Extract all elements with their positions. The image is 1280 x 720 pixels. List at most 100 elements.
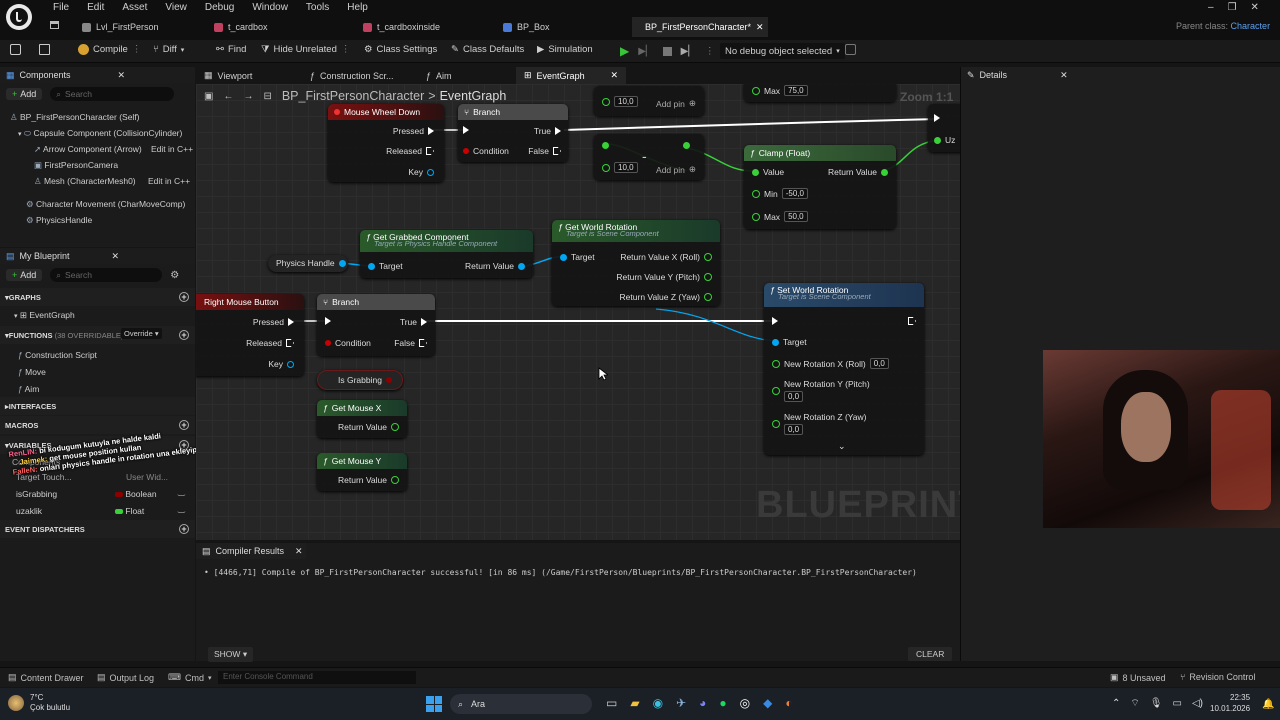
- tab-bp-box[interactable]: BP_Box: [495, 17, 558, 37]
- debug-filter-icon[interactable]: [845, 44, 856, 55]
- close-window-icon[interactable]: ✕: [1251, 2, 1273, 13]
- taskbar-search[interactable]: ⌕ Ara: [450, 694, 592, 714]
- console-command-input[interactable]: Enter Console Command: [218, 671, 416, 684]
- weather-widget[interactable]: 7°C Çok bulutlu: [8, 693, 70, 713]
- blueprint-search-input[interactable]: ⌕ Search: [50, 268, 163, 282]
- pin-target[interactable]: Target: [772, 337, 807, 347]
- tab-bp-firstpersoncharacter[interactable]: BP_FirstPersonCharacter* ✕: [632, 17, 768, 37]
- menu-edit[interactable]: Edit: [78, 2, 113, 14]
- add-dispatcher-icon[interactable]: +: [179, 524, 189, 534]
- clock[interactable]: 22:35 10.01.2026: [1210, 692, 1250, 714]
- pin-return-value[interactable]: Return Value: [338, 422, 399, 432]
- pin-false[interactable]: False: [528, 146, 561, 156]
- pin-exec-in[interactable]: [772, 317, 778, 325]
- component-mesh[interactable]: ♙ Mesh (CharacterMesh0): [34, 176, 136, 187]
- close-tab-icon[interactable]: ✕: [756, 22, 764, 33]
- more-icon[interactable]: ⋮: [705, 46, 715, 57]
- close-tab-icon[interactable]: ✕: [610, 70, 618, 81]
- tab-construction-script[interactable]: ƒ Construction Scr...: [302, 67, 402, 84]
- event-graph-canvas[interactable]: ▣ ← → ⊟ BP_FirstPersonCharacter > EventG…: [196, 84, 960, 540]
- node-get-mouse-x[interactable]: ƒ Get Mouse X Return Value: [317, 400, 407, 438]
- minimize-icon[interactable]: –: [1208, 2, 1228, 13]
- pin-condition[interactable]: Condition: [325, 338, 371, 348]
- cmd-dropdown[interactable]: ⌨ Cmd ▾: [168, 672, 212, 683]
- menu-asset[interactable]: Asset: [113, 2, 156, 14]
- menu-view[interactable]: View: [156, 2, 196, 14]
- pin-return-z[interactable]: Return Value Z (Yaw): [620, 292, 712, 302]
- pin-key[interactable]: Key: [268, 359, 294, 369]
- add-graph-icon[interactable]: +: [179, 292, 189, 302]
- function-construction-script[interactable]: ƒ Construction Script: [18, 350, 97, 360]
- node-get-mouse-y[interactable]: ƒ Get Mouse Y Return Value: [317, 453, 407, 491]
- expand-chevron-icon[interactable]: ⌄: [838, 441, 846, 452]
- node-get-world-rotation[interactable]: ƒ Get World Rotation Target is Scene Com…: [552, 220, 720, 306]
- notification-bell-icon[interactable]: 🔔: [1262, 699, 1274, 710]
- override-dropdown[interactable]: Override ▾: [121, 328, 162, 339]
- pin-return-value[interactable]: Return Value: [338, 475, 399, 485]
- pin-b[interactable]: 10,0: [602, 162, 638, 173]
- file-explorer-icon[interactable]: ▰: [630, 696, 639, 710]
- node-right-mouse-button[interactable]: Right Mouse Button Pressed Released Key: [196, 294, 304, 376]
- class-settings-button[interactable]: ⚙ Class Settings: [364, 44, 437, 55]
- component-self[interactable]: ♙ BP_FirstPersonCharacter (Self): [10, 112, 140, 123]
- volume-icon[interactable]: ◁): [1192, 698, 1203, 709]
- pin-exec-in[interactable]: [325, 317, 331, 325]
- microphone-icon[interactable]: 🎙: [1150, 698, 1163, 709]
- unsaved-button[interactable]: ▣ 8 Unsaved: [1110, 672, 1166, 683]
- close-panel-icon[interactable]: ✕: [118, 70, 126, 81]
- stop-icon[interactable]: [662, 46, 672, 56]
- pin-value[interactable]: Value: [752, 167, 784, 177]
- menu-debug[interactable]: Debug: [196, 2, 243, 14]
- node-branch-1[interactable]: ⑂ Branch True Condition False: [458, 104, 568, 162]
- menu-file[interactable]: File: [44, 2, 78, 14]
- edge-icon[interactable]: ◉: [653, 696, 663, 710]
- discord-icon[interactable]: ◕: [699, 696, 706, 710]
- add-pin-button[interactable]: Add pin ⊕: [656, 164, 696, 175]
- event-dispatchers-section[interactable]: EVENT DISPATCHERS +: [0, 520, 195, 538]
- pin-released[interactable]: Released: [386, 146, 434, 156]
- pin-released[interactable]: Released: [246, 338, 294, 348]
- node-clamp-float[interactable]: ƒ Clamp (Float) Value Return Value Min -50…: [744, 145, 896, 229]
- debug-object-select[interactable]: No debug object selected ▾: [720, 43, 845, 59]
- function-move[interactable]: ƒ Move: [18, 367, 46, 377]
- settings-gear-icon[interactable]: ⚙: [170, 270, 179, 281]
- pin-pressed[interactable]: Pressed: [253, 317, 294, 327]
- node-is-grabbing-variable[interactable]: Is Grabbing: [317, 370, 403, 390]
- maximize-icon[interactable]: ❐: [1228, 2, 1251, 13]
- close-panel-icon[interactable]: ✕: [112, 251, 120, 262]
- browse-icon[interactable]: [39, 44, 50, 55]
- node-clamp-top[interactable]: Max 75,0: [744, 84, 896, 102]
- pin-out[interactable]: [683, 142, 690, 149]
- pin-return-value[interactable]: Return Value: [828, 167, 888, 177]
- diff-button[interactable]: ⑂ Diff ▾: [153, 44, 184, 55]
- add-function-icon[interactable]: +: [179, 330, 189, 340]
- pin-b[interactable]: 10,0: [602, 96, 638, 107]
- blender-icon[interactable]: ◐: [785, 696, 792, 710]
- eye-icon[interactable]: ‿: [178, 486, 185, 497]
- node-set-world-rotation[interactable]: ƒ Set World Rotation Target is Scene Com…: [764, 283, 924, 455]
- graph-eventgraph[interactable]: ▾ ⊞ EventGraph: [14, 310, 75, 321]
- step-icon[interactable]: ▶▏: [638, 46, 653, 57]
- content-drawer-button[interactable]: ▤ Content Drawer: [8, 672, 84, 683]
- unreal-logo-icon[interactable]: [6, 4, 32, 30]
- pin-max[interactable]: Max 50,0: [752, 211, 808, 222]
- output-log-button[interactable]: ▤ Output Log: [97, 672, 154, 683]
- menu-tools[interactable]: Tools: [297, 2, 338, 14]
- component-character-movement[interactable]: ⚙ Character Movement (CharMoveComp): [26, 199, 185, 210]
- pin-new-rotation-x[interactable]: New Rotation X (Roll) 0,0: [772, 358, 889, 369]
- node-physics-handle-variable[interactable]: Physics Handle: [268, 255, 348, 272]
- monitor-icon[interactable]: ▭: [1173, 698, 1182, 709]
- pin-is-grabbing[interactable]: Is Grabbing: [338, 375, 392, 385]
- hide-unrelated-button[interactable]: ⧩ Hide Unrelated ⋮: [261, 44, 350, 55]
- edit-in-cpp-link[interactable]: Edit in C++: [148, 176, 190, 186]
- component-arrow[interactable]: ➚ Arrow Component (Arrow): [34, 144, 142, 155]
- graphs-section[interactable]: ▾ GRAPHS +: [0, 288, 195, 306]
- node-mouse-wheel-down[interactable]: Mouse Wheel Down Pressed Released Key: [328, 104, 444, 182]
- revision-control-button[interactable]: ⑂ Revision Control: [1180, 672, 1255, 682]
- interfaces-section[interactable]: ▸ INTERFACES: [0, 397, 195, 415]
- network-icon[interactable]: ⌔: [1130, 697, 1139, 710]
- pin-pressed[interactable]: Pressed: [393, 126, 434, 136]
- compile-button[interactable]: Compile ⋮: [78, 44, 141, 55]
- steam-icon[interactable]: ✈: [676, 696, 686, 710]
- hierarchy-icon[interactable]: ⊟: [263, 91, 271, 102]
